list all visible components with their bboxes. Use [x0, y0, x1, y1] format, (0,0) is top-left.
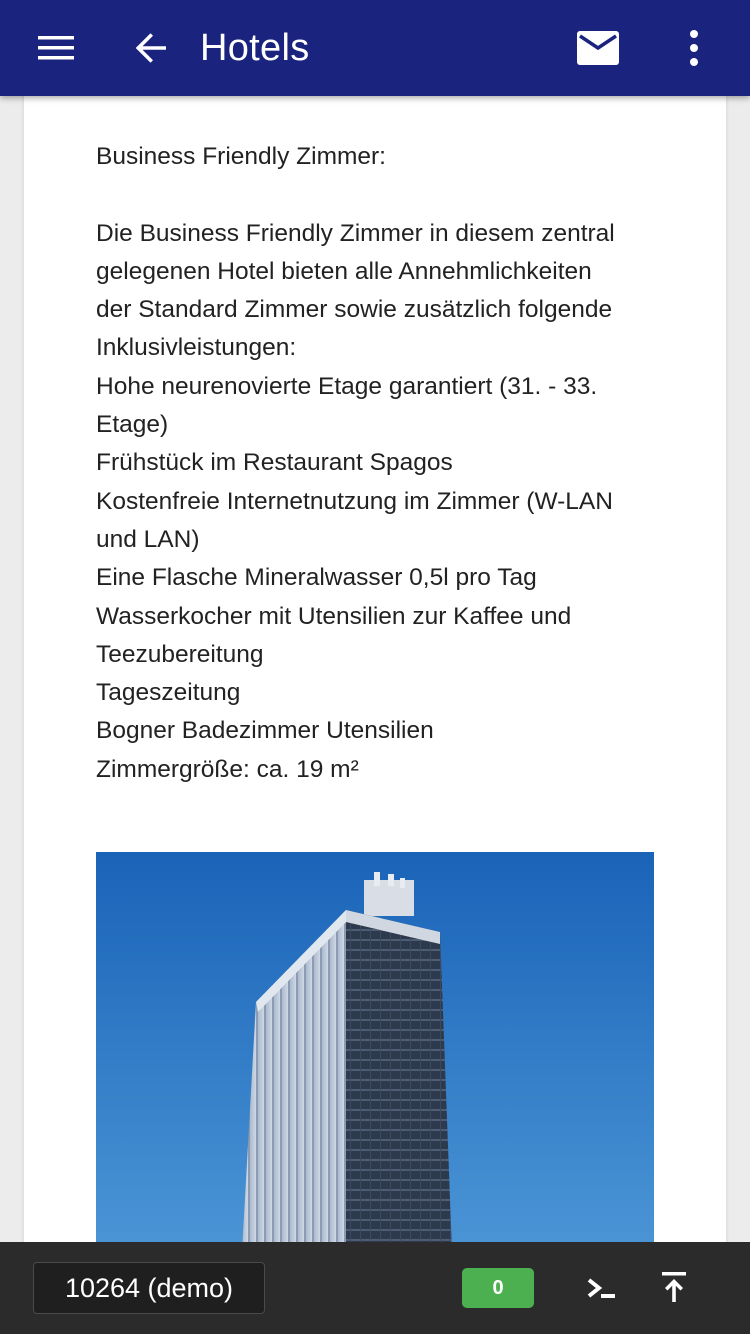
count-badge[interactable]: 0	[462, 1268, 534, 1308]
bottom-toolbar: 10264 (demo) 0	[0, 1242, 750, 1334]
description-line: Frühstück im Restaurant Spagos	[96, 449, 453, 477]
terminal-icon[interactable]	[586, 1272, 618, 1309]
mail-icon[interactable]	[576, 30, 620, 66]
app-bar: Hotels	[0, 0, 750, 96]
description-line: Zimmergröße: ca. 19 m²	[96, 755, 359, 783]
description-line: Eine Flasche Mineralwasser 0,5l pro Tag	[96, 564, 537, 592]
description-line: Teezubereitung	[96, 640, 264, 668]
room-description: Business Friendly Zimmer: Die Business F…	[96, 138, 656, 789]
description-line: Bogner Badezimmer Utensilien	[96, 717, 434, 745]
description-line: Wasserkocher mit Utensilien zur Kaffee u…	[96, 602, 572, 630]
description-line: und LAN)	[96, 525, 200, 553]
description-line: Kostenfreie Internetnutzung im Zimmer (W…	[96, 487, 613, 515]
description-line: Hohe neurenovierte Etage garantiert (31.…	[96, 372, 598, 400]
page-title: Hotels	[200, 27, 310, 69]
device-label[interactable]: 10264 (demo)	[33, 1262, 265, 1314]
section-heading: Business Friendly Zimmer:	[96, 143, 386, 170]
more-vert-icon[interactable]	[684, 30, 704, 66]
description-line: gelegenen Hotel bieten alle Annehmlichke…	[96, 257, 592, 285]
scroll-top-icon[interactable]	[660, 1270, 688, 1309]
description-line: Inklusivleistungen:	[96, 334, 297, 362]
description-line: Tageszeitung	[96, 679, 241, 707]
back-arrow-icon[interactable]	[132, 28, 172, 68]
description-line: Die Business Friendly Zimmer in diesem z…	[96, 219, 615, 247]
description-line: der Standard Zimmer sowie zusätzlich fol…	[96, 296, 613, 324]
description-line: Etage)	[96, 411, 169, 439]
menu-icon[interactable]	[36, 32, 76, 64]
hotel-photo	[96, 852, 654, 1252]
